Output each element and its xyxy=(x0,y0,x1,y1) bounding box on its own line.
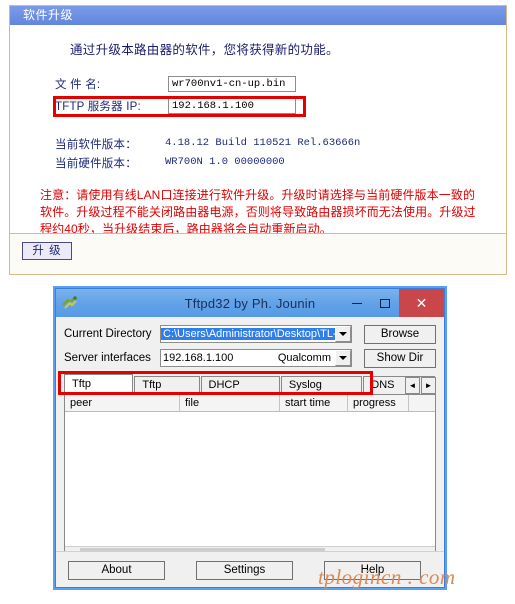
current-directory-combo[interactable]: C:\Users\Administrator\Desktop\TL-\ xyxy=(160,325,352,343)
current-directory-value[interactable]: C:\Users\Administrator\Desktop\TL-\ xyxy=(161,328,335,340)
software-version-row: 当前软件版本： 4.18.12 Build 110521 Rel.63666n xyxy=(55,136,506,152)
chevron-down-icon[interactable] xyxy=(335,350,351,366)
panel-body: 通过升级本路由器的软件，您将获得新的功能。 文 件 名: wr700nv1-cn… xyxy=(10,25,506,253)
intro-text: 通过升级本路由器的软件，您将获得新的功能。 xyxy=(70,43,339,57)
tftp-server-ip-input[interactable]: 192.168.1.100 xyxy=(168,97,296,114)
tab-scroll-controls: ◄ ► xyxy=(405,377,436,394)
tftp-server-ip-label: TFTP 服务器 IP: xyxy=(55,100,141,113)
chevron-down-icon[interactable] xyxy=(335,326,351,342)
transfer-list-panel: peer file start time progress ‹ › xyxy=(64,394,436,562)
tab-bar: Tftp Server Tftp Client DHCP server Sysl… xyxy=(64,374,436,409)
file-name-label: 文 件 名: xyxy=(55,78,101,91)
server-interfaces-value[interactable]: 192.168.1.100 xyxy=(161,352,278,364)
hardware-version-row: 当前硬件版本： WR700N 1.0 00000000 xyxy=(55,155,506,171)
column-header-progress[interactable]: progress xyxy=(348,395,409,411)
tab-dhcp-server[interactable]: DHCP server xyxy=(200,376,280,408)
browse-button[interactable]: Browse xyxy=(364,324,436,344)
server-interfaces-row: Server interfaces 192.168.1.100 Qualcomm… xyxy=(58,348,436,395)
panel-footer: 升 级 xyxy=(10,233,506,274)
tftp-server-ip-row: TFTP 服务器 IP: 192.168.1.100 xyxy=(55,97,506,114)
server-interfaces-combo[interactable]: 192.168.1.100 Qualcomm xyxy=(160,349,352,367)
table-header-row: peer file start time progress xyxy=(65,395,435,412)
tftpd32-body: Current Directory C:\Users\Administrator… xyxy=(56,317,444,587)
show-dir-button[interactable]: Show Dir xyxy=(364,348,436,368)
about-button[interactable]: About xyxy=(68,561,165,580)
notice-text: 注意：请使用有线LAN口连接进行软件升级。升级时请选择与当前硬件版本一致的软件。… xyxy=(40,188,476,236)
file-name-row: 文 件 名: wr700nv1-cn-up.bin xyxy=(55,75,506,92)
server-interfaces-adapter: Qualcomm xyxy=(277,352,331,364)
site-watermark: tplogincn . com xyxy=(318,565,456,589)
software-version-value: 4.18.12 Build 110521 Rel.63666n xyxy=(165,137,361,149)
hardware-version-label: 当前硬件版本： xyxy=(55,158,137,170)
window-controls: ✕ xyxy=(343,289,444,317)
minimize-icon xyxy=(352,302,362,304)
close-button[interactable]: ✕ xyxy=(399,289,444,317)
panel-title: 软件升级 xyxy=(10,6,506,25)
column-header-spacer xyxy=(409,395,435,411)
tftpd32-titlebar[interactable]: Tftpd32 by Ph. Jounin ✕ xyxy=(56,289,444,317)
settings-button[interactable]: Settings xyxy=(196,561,293,580)
table-body[interactable] xyxy=(65,412,435,546)
current-directory-row: Current Directory C:\Users\Administrator… xyxy=(64,324,436,344)
server-interfaces-label: Server interfaces xyxy=(64,352,151,364)
maximize-button[interactable] xyxy=(371,289,399,317)
column-header-start-time[interactable]: start time xyxy=(280,395,348,411)
tab-syslog-server[interactable]: Syslog server xyxy=(280,376,363,408)
hardware-version-value: WR700N 1.0 00000000 xyxy=(165,156,285,168)
version-group: 当前软件版本： 4.18.12 Build 110521 Rel.63666n … xyxy=(55,136,506,171)
maximize-icon xyxy=(380,298,390,308)
tab-scroll-left-icon[interactable]: ◄ xyxy=(405,377,420,394)
file-name-input[interactable]: wr700nv1-cn-up.bin xyxy=(168,75,296,92)
tab-scroll-right-icon[interactable]: ► xyxy=(421,377,436,394)
tab-tftp-client[interactable]: Tftp Client xyxy=(134,376,200,408)
router-upgrade-panel: 软件升级 通过升级本路由器的软件，您将获得新的功能。 文 件 名: wr700n… xyxy=(9,5,507,275)
tftpd32-window: Tftpd32 by Ph. Jounin ✕ Current Director… xyxy=(55,288,445,588)
column-header-peer[interactable]: peer xyxy=(65,395,180,411)
upgrade-button[interactable]: 升 级 xyxy=(22,242,72,260)
tab-tftp-server[interactable]: Tftp Server xyxy=(64,374,134,409)
minimize-button[interactable] xyxy=(343,289,371,317)
current-directory-label: Current Directory xyxy=(64,328,152,340)
field-group: 文 件 名: wr700nv1-cn-up.bin TFTP 服务器 IP: 1… xyxy=(53,75,506,117)
software-version-label: 当前软件版本： xyxy=(55,139,137,151)
column-header-file[interactable]: file xyxy=(180,395,280,411)
